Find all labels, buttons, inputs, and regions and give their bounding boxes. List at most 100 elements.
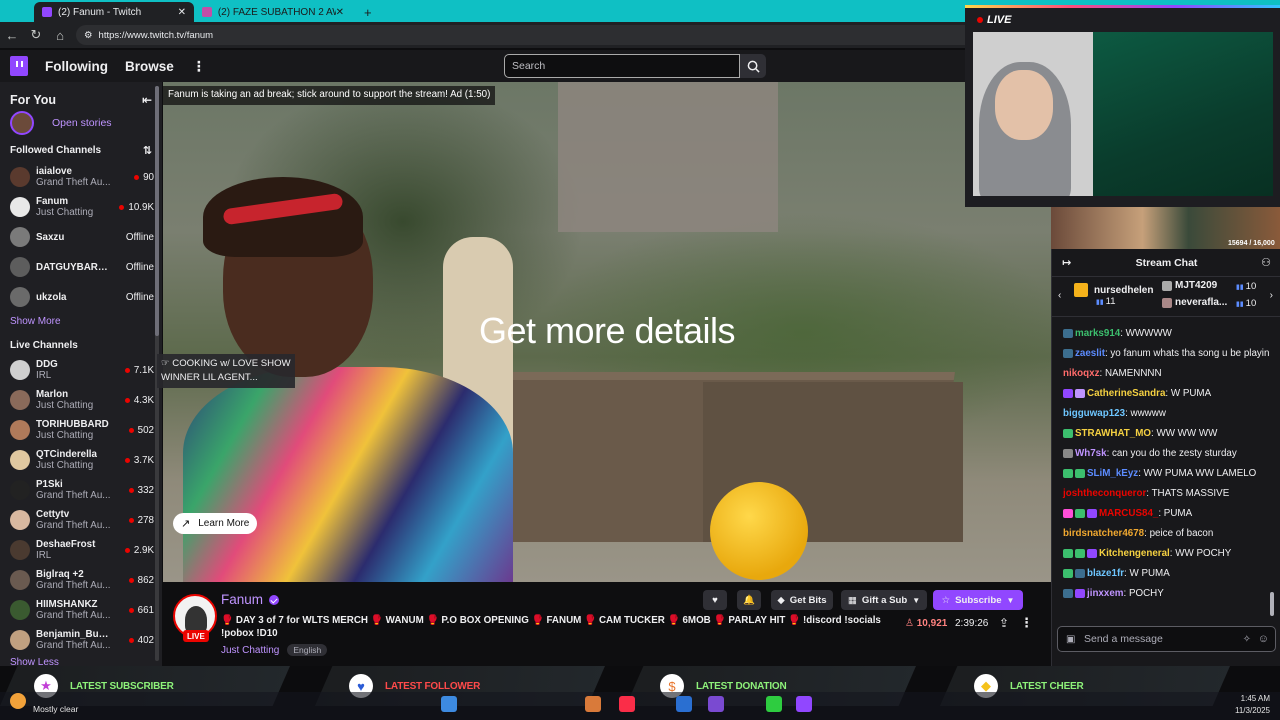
start-icon[interactable]	[441, 696, 457, 712]
app-icon[interactable]	[766, 696, 782, 712]
channel-meta: Fanum Just Chatting	[36, 196, 112, 218]
top-gifter[interactable]: nursedhelen	[1074, 283, 1153, 297]
top-gifter[interactable]: neverafla...	[1162, 297, 1227, 308]
app-icon[interactable]	[676, 696, 692, 712]
chat-input-placeholder: Send a message	[1084, 633, 1163, 645]
sidebar-channel[interactable]: TORIHUBBARD Just Chatting 502	[0, 415, 162, 445]
sidebar-channel[interactable]: DATGUYBARR... Offline	[0, 252, 162, 282]
chat-username[interactable]: Kitchengeneral	[1099, 548, 1170, 559]
emote-picker-icon[interactable]: ☺	[1258, 633, 1269, 645]
following-link[interactable]: Following	[45, 59, 108, 74]
chevron-left-icon[interactable]: ‹	[1058, 290, 1061, 301]
sidebar-channel[interactable]: DDG IRL 7.1K	[0, 355, 162, 385]
channel-viewer-count: 862	[137, 574, 154, 586]
chat-message: MARCUS84_: PUMA	[1063, 507, 1275, 521]
home-icon[interactable]: ⌂	[48, 28, 72, 43]
taskbar-clock[interactable]: 1:45 AM 11/3/2025	[1235, 693, 1270, 717]
channel-name: DDG	[36, 359, 58, 370]
top-gifter[interactable]: MJT4209	[1162, 280, 1217, 291]
show-more-link[interactable]: Show More	[0, 312, 162, 335]
avatar	[10, 480, 30, 500]
sidebar-channel[interactable]: iaialove Grand Theft Au... 90	[0, 162, 162, 192]
collapse-chat-icon[interactable]: ↦	[1062, 256, 1071, 269]
sidebar-channel[interactable]: HIIMSHANKZ Grand Theft Au... 661	[0, 595, 162, 625]
chat-username[interactable]: birdsnatcher4678	[1063, 528, 1144, 539]
chat-message: joshtheconqueror: THATS MASSIVE	[1063, 488, 1230, 499]
new-tab-button[interactable]: +	[356, 2, 376, 22]
sidebar-scroll-thumb[interactable]	[155, 86, 159, 336]
browser-tab[interactable]: (2) FAZE SUBATHON 2 AWARDS ✕	[194, 2, 352, 22]
chat-username[interactable]: MARCUS84_	[1099, 508, 1158, 519]
chat-username[interactable]: SLiM_kEyz	[1087, 468, 1138, 479]
channel-viewer-count: 2.9K	[133, 544, 154, 556]
channel-name: Fanum	[36, 196, 69, 207]
more-menu-icon[interactable]: ⋮	[192, 58, 206, 75]
video-player[interactable]: Get more details	[163, 82, 1051, 582]
chat-username[interactable]: CatherineSandra	[1087, 388, 1165, 399]
learn-more-button[interactable]: ↗ Learn More	[173, 513, 257, 534]
back-icon[interactable]: ←	[0, 28, 24, 43]
chat-username[interactable]: jinxxem	[1087, 588, 1124, 599]
chat-username[interactable]: bigguwap123	[1063, 408, 1125, 419]
chat-username[interactable]: joshtheconqueror	[1063, 488, 1146, 499]
url-field[interactable]: ⚙ https://www.twitch.tv/fanum	[76, 25, 976, 45]
sidebar-channel[interactable]: P1Ski Grand Theft Au... 332	[0, 475, 162, 505]
weather-icon[interactable]	[10, 693, 26, 709]
channel-name: QTCinderella	[36, 449, 97, 460]
chat-username[interactable]: STRAWHAT_MO	[1075, 428, 1151, 439]
ad-headline: Get more details	[478, 310, 736, 351]
sidebar-channel[interactable]: DeshaeFrost IRL 2.9K	[0, 535, 162, 565]
twitch-logo-icon[interactable]	[10, 56, 28, 76]
streamer-name[interactable]: Fanum	[221, 592, 263, 607]
chat-username[interactable]: Wh7sk	[1075, 448, 1107, 459]
chat-username[interactable]: blaze1fr	[1087, 568, 1124, 579]
app-icon[interactable]	[585, 696, 601, 712]
badge-picker-icon[interactable]: ▣	[1066, 634, 1075, 645]
music-app-icon[interactable]	[619, 696, 635, 712]
close-tab-icon[interactable]: ✕	[336, 7, 344, 18]
channel-name: DATGUYBARR...	[36, 261, 112, 273]
sidebar-channel[interactable]: Benjamin_Bucks Grand Theft Au... 402	[0, 625, 162, 655]
chat-username[interactable]: marks914	[1075, 328, 1120, 339]
twitch-app-icon[interactable]	[796, 696, 812, 712]
chevron-right-icon[interactable]: ›	[1270, 290, 1273, 301]
stream-category-link[interactable]: Just Chatting	[221, 645, 279, 656]
site-info-icon[interactable]: ⚙	[84, 30, 93, 41]
chat-scrollbar[interactable]	[1270, 592, 1274, 616]
app-icon[interactable]	[708, 696, 724, 712]
sidebar-channel[interactable]: Saxzu Offline	[0, 222, 162, 252]
chat-username[interactable]: nikoqxz	[1063, 368, 1099, 379]
collapse-sidebar-icon[interactable]: ⇤	[142, 93, 152, 107]
language-tag[interactable]: English	[287, 644, 328, 656]
browse-link[interactable]: Browse	[125, 59, 174, 74]
stream-info-bar: LIVE Fanum 🥊 DAY 3 of 7 for WLTS MERCH 🥊…	[163, 582, 1051, 666]
chat-input[interactable]: ▣ Send a message ✧ ☺	[1057, 626, 1276, 652]
sidebar-channel[interactable]: QTCinderella Just Chatting 3.7K	[0, 445, 162, 475]
community-icon[interactable]: ⚇	[1261, 256, 1271, 269]
get-bits-button[interactable]: ◆ Get Bits	[771, 590, 833, 610]
chat-badge-icon	[1063, 448, 1073, 458]
search-button[interactable]	[740, 54, 766, 78]
sidebar-title: For You	[10, 93, 57, 107]
channel-viewer-count: 661	[137, 604, 154, 616]
sidebar-channel[interactable]: Fanum Just Chatting 10.9K	[0, 192, 162, 222]
sidebar-channel[interactable]: Cettytv Grand Theft Au... 278	[0, 505, 162, 535]
sidebar-channel[interactable]: Marlon Just Chatting 4.3K	[0, 385, 162, 415]
open-stories[interactable]: Open stories	[0, 108, 162, 138]
bits-icon[interactable]: ✧	[1243, 634, 1251, 645]
gift-sub-button[interactable]: ▦ Gift a Sub ▼	[841, 590, 927, 610]
follow-heart-button[interactable]: ♥	[703, 590, 727, 610]
browser-tab-active[interactable]: (2) Fanum - Twitch ✕	[34, 2, 194, 22]
sort-icon[interactable]: ⇅	[143, 144, 152, 157]
close-tab-icon[interactable]: ✕	[178, 7, 186, 18]
sidebar-channel[interactable]: Biglraq +2 Grand Theft Au... 862	[0, 565, 162, 595]
story-avatar[interactable]	[10, 111, 34, 135]
more-options-icon[interactable]: ⋮	[1020, 615, 1033, 631]
chat-username[interactable]: zaeslit	[1075, 348, 1105, 359]
share-icon[interactable]: ⇪	[999, 616, 1009, 630]
search-input[interactable]: Search	[504, 54, 740, 78]
sidebar-channel[interactable]: ukzola Offline	[0, 282, 162, 312]
subscribe-button[interactable]: ☆ Subscribe ▼	[933, 590, 1023, 610]
notifications-button[interactable]: 🔔	[737, 590, 761, 610]
reload-icon[interactable]: ↻	[24, 27, 48, 43]
